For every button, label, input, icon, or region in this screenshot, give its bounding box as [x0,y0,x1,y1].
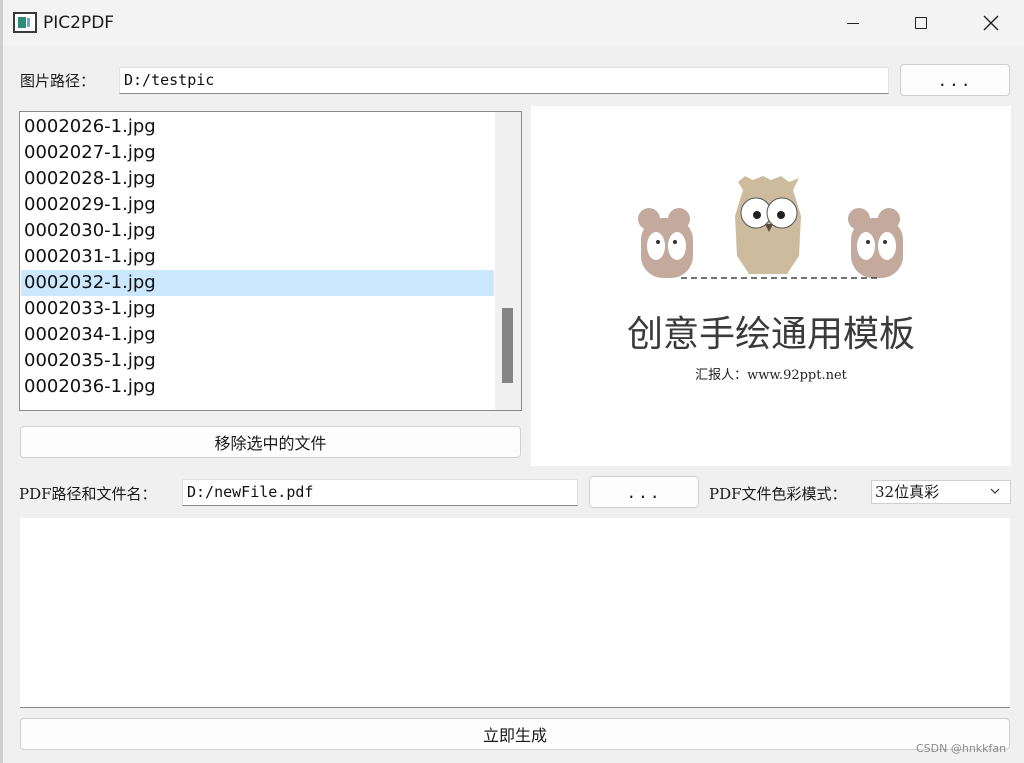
scrollbar-thumb[interactable] [502,308,513,383]
close-button[interactable] [956,0,1024,46]
color-mode-label: PDF文件色彩模式： [709,485,847,503]
maximize-button[interactable] [886,0,956,46]
list-item[interactable]: 0002029-1.jpg [21,192,494,218]
minimize-icon [847,22,859,24]
bear-left-illustration [638,208,693,278]
remove-selected-button[interactable]: 移除选中的文件 [20,426,521,458]
chevron-down-icon [990,488,1000,494]
window-title: PIC2PDF [43,13,115,33]
watermark: CSDN @hnkkfan [916,742,1007,755]
list-item[interactable]: 0002028-1.jpg [21,166,494,192]
list-item[interactable]: 0002031-1.jpg [21,244,494,270]
log-output-area[interactable] [20,518,1010,708]
app-icon [13,12,37,33]
close-icon [983,15,999,31]
list-item[interactable]: 0002026-1.jpg [21,114,494,140]
list-item[interactable]: 0002027-1.jpg [21,140,494,166]
preview-illustration: 创意手绘通用模板 汇报人：www.92ppt.net [627,176,915,383]
bear-right-illustration [848,208,903,278]
pdf-path-label: PDF路径和文件名： [19,485,157,503]
list-item[interactable]: 0002035-1.jpg [21,348,494,374]
list-item[interactable]: 0002034-1.jpg [21,322,494,348]
window-edge [0,0,3,763]
generate-button[interactable]: 立即生成 [20,718,1010,750]
list-item-selected[interactable]: 0002032-1.jpg [21,270,494,296]
image-preview: 创意手绘通用模板 汇报人：www.92ppt.net [531,106,1011,466]
maximize-icon [915,17,927,29]
list-item[interactable]: 0002033-1.jpg [21,296,494,322]
owl-illustration [735,176,801,274]
file-list[interactable]: 0002026-1.jpg 0002027-1.jpg 0002028-1.jp… [19,111,522,411]
slide-title: 创意手绘通用模板 [627,314,915,355]
image-path-browse-button[interactable]: ... [900,64,1010,96]
pdf-path-input[interactable]: D:/newFile.pdf [182,479,578,506]
list-item[interactable]: 0002030-1.jpg [21,218,494,244]
list-item[interactable]: 0002036-1.jpg [21,374,494,400]
minimize-button[interactable] [818,0,888,46]
image-path-input[interactable]: D:/testpic [119,67,889,94]
pdf-path-browse-button[interactable]: ... [589,476,699,508]
image-path-label: 图片路径： [20,72,96,90]
slide-subtitle: 汇报人：www.92ppt.net [695,368,848,383]
